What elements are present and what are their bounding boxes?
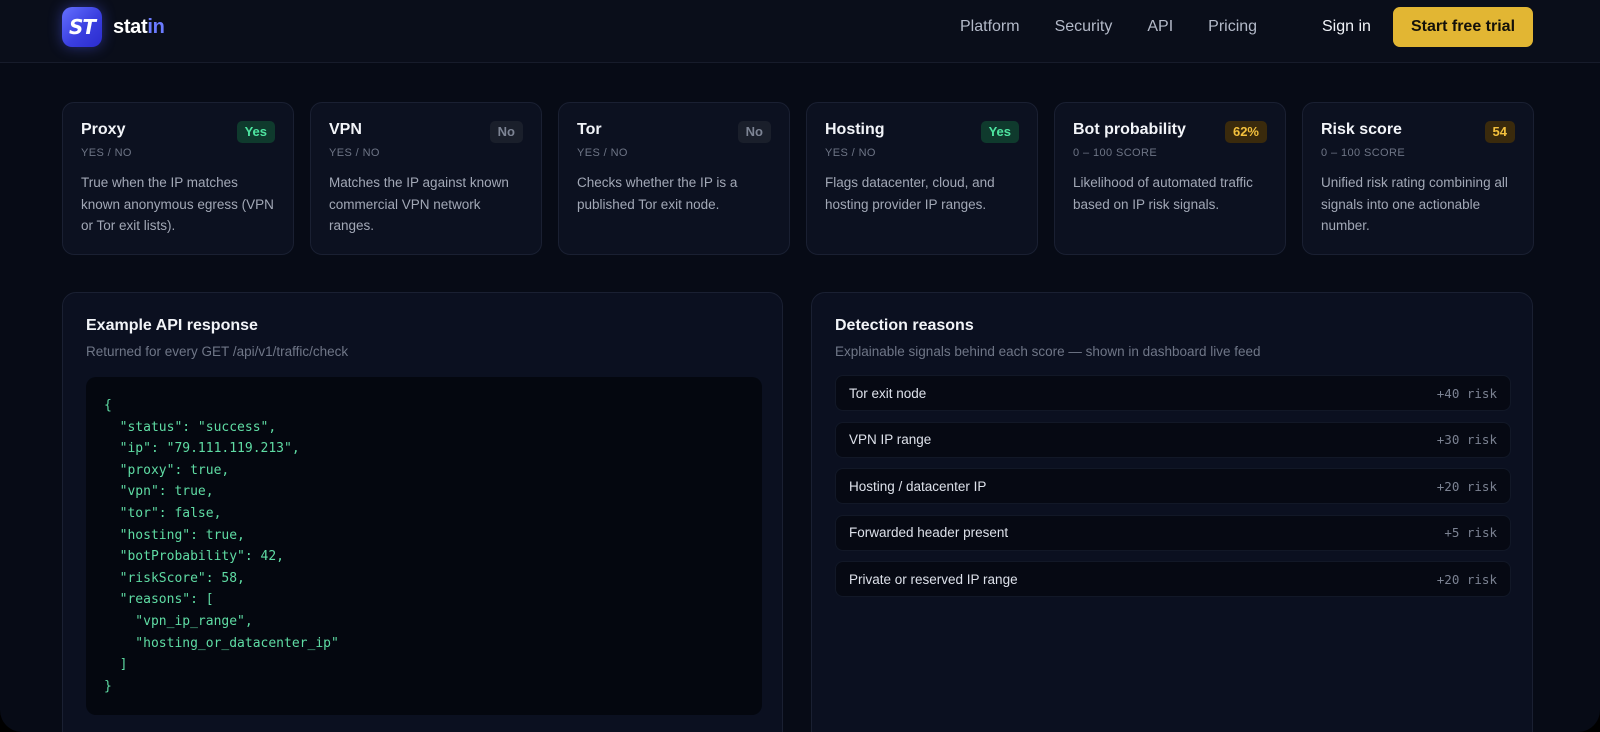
nav-link-api[interactable]: API — [1147, 18, 1173, 36]
reasons-list: Tor exit node +40 risk VPN IP range +30 … — [835, 375, 1511, 597]
status-badge: No — [737, 121, 771, 143]
code-line: "hosting_or_datacenter_ip" — [104, 635, 339, 651]
nav-link-pricing[interactable]: Pricing — [1208, 18, 1257, 36]
reason-row: VPN IP range +30 risk — [835, 421, 1511, 458]
reason-row: Tor exit node +40 risk — [835, 375, 1511, 411]
reason-risk-value: +40 risk — [1436, 385, 1497, 401]
code-line: "riskScore": 58, — [104, 570, 245, 586]
sign-in-link[interactable]: Sign in — [1322, 18, 1371, 36]
status-badge: Yes — [236, 121, 275, 143]
brand-logo: ST — [62, 7, 102, 47]
logo-monogram: ST — [68, 15, 96, 39]
brand-name-main: stat — [113, 15, 148, 38]
panel-subtitle: Returned for every GET /api/v1/traffic/c… — [86, 344, 349, 359]
code-line: "vpn_ip_range", — [104, 613, 253, 629]
code-line: "proxy": true, — [104, 462, 230, 478]
code-line: { — [104, 398, 112, 413]
panel-title: Detection reasons — [835, 317, 974, 334]
code-line: "tor": false, — [104, 505, 222, 521]
score-badge: 62% — [1224, 121, 1267, 143]
brand-name: statin — [113, 16, 165, 39]
card-scale: YES / NO — [329, 147, 380, 159]
brand-name-accent: in — [147, 15, 165, 38]
code-line: } — [104, 678, 112, 694]
signal-card-proxy: Proxy Yes YES / NO True when the IP matc… — [62, 102, 294, 255]
code-line: "ip": "79.111.119.213", — [104, 441, 300, 457]
card-description: Flags datacenter, cloud, and hosting pro… — [825, 175, 995, 212]
top-navbar: ST statin Platform Security API Pricing … — [0, 0, 1600, 63]
card-scale: 0 – 100 SCORE — [1073, 147, 1158, 159]
card-scale: YES / NO — [81, 147, 132, 159]
card-scale: YES / NO — [577, 147, 628, 159]
card-scale: YES / NO — [825, 147, 876, 159]
code-line: ] — [104, 657, 128, 673]
signal-cards: Proxy Yes YES / NO True when the IP matc… — [62, 102, 1534, 255]
reason-label: Tor exit node — [849, 385, 927, 401]
status-badge: No — [489, 121, 523, 143]
status-badge: Yes — [980, 121, 1019, 143]
reason-label: Forwarded header present — [849, 525, 1009, 540]
panel-subtitle: Explainable signals behind each score — … — [835, 344, 1261, 359]
panel-title: Example API response — [86, 317, 258, 334]
code-line: "reasons": [ — [104, 592, 214, 608]
brand-home-link[interactable]: ST statin — [62, 7, 165, 47]
code-line: "botProbability": 42, — [104, 549, 285, 565]
app-frame: ST statin Platform Security API Pricing … — [0, 0, 1600, 732]
reason-label: Hosting / datacenter IP — [849, 478, 987, 494]
signal-card-vpn: VPN No YES / NO Matches the IP against k… — [310, 102, 542, 255]
reason-risk-value: +20 risk — [1436, 571, 1497, 587]
signal-card-risk-score: Risk score 54 0 – 100 SCORE Unified risk… — [1302, 102, 1534, 255]
reason-risk-value: +30 risk — [1436, 432, 1497, 447]
card-description: Unified risk rating combining all signal… — [1321, 175, 1508, 233]
nav-link-security[interactable]: Security — [1055, 18, 1113, 36]
reason-row: Forwarded header present +5 risk — [835, 514, 1511, 551]
signal-card-bot-probability: Bot probability 62% 0 – 100 SCORE Likeli… — [1054, 102, 1286, 255]
reason-risk-value: +20 risk — [1436, 478, 1497, 494]
card-description: Checks whether the IP is a published Tor… — [577, 175, 738, 212]
reason-label: VPN IP range — [849, 432, 932, 447]
reason-label: Private or reserved IP range — [849, 571, 1018, 587]
signal-card-hosting: Hosting Yes YES / NO Flags datacenter, c… — [806, 102, 1038, 255]
code-line: "status": "success", — [104, 419, 277, 435]
reason-row: Hosting / datacenter IP +20 risk — [835, 468, 1511, 504]
card-description: True when the IP matches known anonymous… — [81, 175, 274, 233]
detection-reasons-panel: Detection reasons Explainable signals be… — [811, 292, 1533, 732]
reason-risk-value: +5 risk — [1444, 525, 1497, 540]
primary-nav: Platform Security API Pricing — [960, 18, 1257, 36]
card-description: Matches the IP against known commercial … — [329, 175, 509, 233]
card-description: Likelihood of automated traffic based on… — [1073, 175, 1253, 212]
card-scale: 0 – 100 SCORE — [1321, 147, 1406, 159]
reason-row: Private or reserved IP range +20 risk — [835, 561, 1511, 597]
start-free-trial-button[interactable]: Start free trial — [1393, 7, 1533, 47]
code-block[interactable]: { "status": "success", "ip": "79.111.119… — [86, 377, 762, 715]
api-response-panel: Example API response Returned for every … — [62, 292, 783, 732]
code-line: "hosting": true, — [104, 527, 245, 543]
score-badge: 54 — [1484, 121, 1515, 143]
code-line: "vpn": true, — [104, 484, 214, 500]
nav-link-platform[interactable]: Platform — [960, 18, 1020, 36]
signal-card-tor: Tor No YES / NO Checks whether the IP is… — [558, 102, 790, 255]
